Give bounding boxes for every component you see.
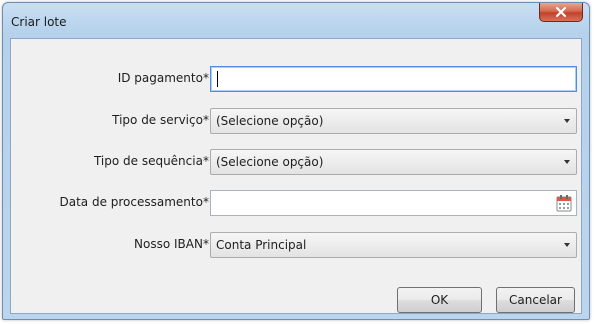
dialog-window: Criar lote ID pagamento*: Tipo de serviç… <box>2 2 590 320</box>
payment-id-input[interactable] <box>210 66 577 92</box>
service-type-value: (Selecione opção) <box>216 114 324 128</box>
payment-id-label: ID pagamento*: <box>117 71 213 85</box>
close-button[interactable] <box>539 3 583 22</box>
service-type-label: Tipo de serviço*: <box>112 113 213 127</box>
sequence-type-row: Tipo de sequência*: (Selecione opção) <box>11 149 583 175</box>
chevron-down-icon <box>564 243 570 247</box>
cancel-button[interactable]: Cancelar <box>496 287 575 313</box>
ok-button[interactable]: OK <box>397 287 482 313</box>
sequence-type-value: (Selecione opção) <box>216 155 324 169</box>
our-iban-value: Conta Principal <box>216 238 307 252</box>
processing-date-row: Data de processamento*: <box>11 190 583 216</box>
sequence-type-select[interactable]: (Selecione opção) <box>210 149 577 175</box>
chevron-down-icon <box>564 119 570 123</box>
chevron-down-icon <box>564 160 570 164</box>
service-type-row: Tipo de serviço*: (Selecione opção) <box>11 108 583 134</box>
payment-id-row: ID pagamento*: <box>11 66 583 92</box>
processing-date-label: Data de processamento*: <box>59 195 213 209</box>
our-iban-select[interactable]: Conta Principal <box>210 232 577 258</box>
text-caret <box>217 71 218 87</box>
dialog-title: Criar lote <box>11 15 67 29</box>
processing-date-input[interactable] <box>210 190 577 216</box>
our-iban-row: Nosso IBAN*: Conta Principal <box>11 232 583 258</box>
calendar-icon[interactable] <box>556 194 572 212</box>
dialog-body: ID pagamento*: Tipo de serviço*: (Seleci… <box>10 38 582 314</box>
our-iban-label: Nosso IBAN*: <box>134 237 213 251</box>
title-bar[interactable]: Criar lote <box>3 3 589 33</box>
close-icon <box>555 6 567 18</box>
sequence-type-label: Tipo de sequência*: <box>93 154 213 168</box>
service-type-select[interactable]: (Selecione opção) <box>210 108 577 134</box>
